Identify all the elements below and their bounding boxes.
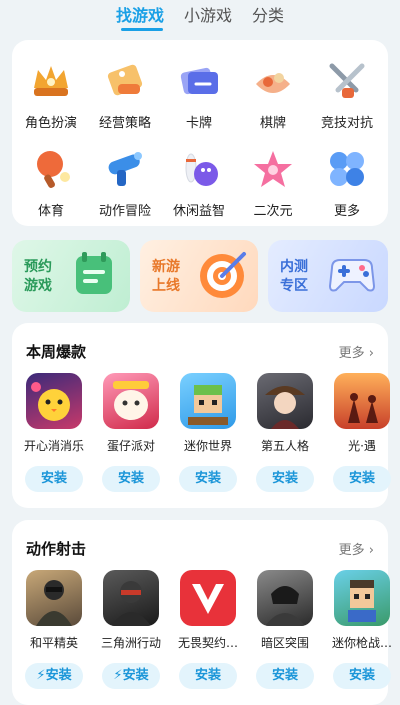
weekly-hits-section: 本周爆款 更多 › 开心消消乐 安装 蛋仔派对 安装 迷你世界 安装 第五人格 … bbox=[12, 323, 391, 508]
gamepad-icon bbox=[328, 259, 376, 292]
game-icon[interactable] bbox=[103, 570, 159, 626]
game-item: 迷你世界 安装 bbox=[173, 373, 243, 492]
game-name: 第五人格 bbox=[260, 439, 309, 453]
game-item: 暗区突围 安装 bbox=[250, 570, 320, 689]
swords-icon bbox=[324, 58, 370, 104]
promo-beta-zone[interactable]: 内测 专区 bbox=[268, 240, 388, 312]
game-icon[interactable] bbox=[26, 570, 82, 626]
category-label: 卡牌 bbox=[185, 116, 212, 131]
chevron-right-icon: › bbox=[368, 543, 374, 558]
game-item: 迷你枪战… 安装 bbox=[327, 570, 397, 689]
tab-find-games[interactable]: 找游戏 bbox=[116, 2, 164, 26]
game-icon[interactable] bbox=[26, 373, 82, 429]
install-button[interactable]: 安装 bbox=[333, 663, 391, 689]
category-anime[interactable]: 二次元 bbox=[237, 146, 309, 219]
category-label: 更多 bbox=[333, 204, 360, 219]
category-chess[interactable]: 棋牌 bbox=[237, 58, 309, 131]
bowling-icon bbox=[176, 146, 222, 192]
role-play-icon bbox=[28, 58, 74, 104]
fast-install-button[interactable]: ⚡安装 bbox=[102, 663, 160, 689]
category-more[interactable]: 更多 bbox=[311, 146, 383, 219]
game-name: 蛋仔派对 bbox=[106, 439, 155, 453]
game-icon[interactable] bbox=[334, 570, 390, 626]
install-button[interactable]: 安装 bbox=[256, 663, 314, 689]
install-button[interactable]: 安装 bbox=[102, 466, 160, 492]
game-name: 迷你世界 bbox=[183, 439, 232, 453]
install-button[interactable]: 安装 bbox=[25, 466, 83, 492]
star-icon bbox=[250, 146, 296, 192]
chess-board-icon bbox=[250, 58, 296, 104]
section-title: 本周爆款 bbox=[26, 343, 87, 361]
category-label: 竞技对抗 bbox=[320, 116, 373, 131]
promo-new-games[interactable]: 新游 上线 bbox=[140, 240, 258, 312]
category-label: 体育 bbox=[37, 204, 64, 219]
game-name: 迷你枪战… bbox=[331, 636, 392, 650]
category-label: 棋牌 bbox=[259, 116, 286, 131]
game-item: 和平精英 ⚡安装 bbox=[19, 570, 89, 689]
category-casual[interactable]: 休闲益智 bbox=[163, 146, 235, 219]
game-item: 开心消消乐 安装 bbox=[19, 373, 89, 492]
promo-text: 预约 游戏 bbox=[24, 259, 52, 294]
game-icon[interactable] bbox=[334, 373, 390, 429]
game-name: 三角洲行动 bbox=[100, 636, 161, 650]
category-sports[interactable]: 体育 bbox=[15, 146, 87, 219]
blaster-icon bbox=[102, 146, 148, 192]
game-icon[interactable] bbox=[103, 373, 159, 429]
section-title: 动作射击 bbox=[26, 540, 87, 558]
category-label: 动作冒险 bbox=[98, 204, 151, 219]
game-icon[interactable] bbox=[180, 373, 236, 429]
game-name: 开心消消乐 bbox=[23, 439, 84, 453]
active-tab-indicator bbox=[121, 28, 163, 31]
lightning-icon: ⚡ bbox=[36, 668, 46, 683]
category-strategy[interactable]: 经营策略 bbox=[89, 58, 161, 131]
category-role-play[interactable]: 角色扮演 bbox=[15, 58, 87, 131]
game-icon[interactable] bbox=[257, 570, 313, 626]
top-tab-bar: 找游戏 小游戏 分类 bbox=[0, 0, 400, 36]
lightning-icon: ⚡ bbox=[113, 668, 123, 683]
ping-pong-icon bbox=[28, 146, 74, 192]
card-icon bbox=[176, 58, 222, 104]
category-label: 角色扮演 bbox=[24, 116, 77, 131]
install-button[interactable]: 安装 bbox=[256, 466, 314, 492]
tab-mini-games[interactable]: 小游戏 bbox=[184, 2, 232, 26]
category-competitive[interactable]: 竞技对抗 bbox=[311, 58, 383, 131]
category-action-adventure[interactable]: 动作冒险 bbox=[89, 146, 161, 219]
game-item: 第五人格 安装 bbox=[250, 373, 320, 492]
tab-category[interactable]: 分类 bbox=[252, 2, 284, 26]
promo-reserve-games[interactable]: 预约 游戏 bbox=[12, 240, 130, 312]
fast-install-button[interactable]: ⚡安装 bbox=[25, 663, 83, 689]
promo-text: 新游 上线 bbox=[152, 259, 180, 294]
category-card[interactable]: 卡牌 bbox=[163, 58, 235, 131]
category-grid: 角色扮演 经营策略 卡牌 棋牌 竞技对抗 体育 动作冒险 休闲益智 二次元 更多 bbox=[12, 40, 388, 226]
game-icon[interactable] bbox=[180, 570, 236, 626]
chevron-right-icon: › bbox=[368, 346, 374, 361]
install-button[interactable]: 安装 bbox=[179, 466, 237, 492]
category-label: 休闲益智 bbox=[172, 204, 225, 219]
game-item: 三角洲行动 ⚡安装 bbox=[96, 570, 166, 689]
shooter-more-link[interactable]: 更多 › bbox=[339, 539, 374, 558]
category-label: 二次元 bbox=[253, 204, 293, 219]
game-item: 无畏契约… 安装 bbox=[173, 570, 243, 689]
category-label: 经营策略 bbox=[98, 116, 151, 131]
game-name: 和平精英 bbox=[29, 636, 78, 650]
game-name: 光·遇 bbox=[348, 439, 376, 453]
calendar-icon bbox=[76, 252, 112, 294]
game-item: 光·遇 安装 bbox=[327, 373, 397, 492]
game-icon[interactable] bbox=[257, 373, 313, 429]
weekly-more-link[interactable]: 更多 › bbox=[339, 342, 374, 361]
strategy-scroll-icon bbox=[102, 58, 148, 104]
promo-text: 内测 专区 bbox=[280, 259, 308, 294]
install-button[interactable]: 安装 bbox=[333, 466, 391, 492]
target-icon bbox=[200, 252, 246, 298]
more-bubbles-icon bbox=[324, 146, 370, 192]
game-name: 无畏契约… bbox=[177, 636, 238, 650]
install-button[interactable]: 安装 bbox=[179, 663, 237, 689]
action-shooter-section: 动作射击 更多 › 和平精英 ⚡安装 三角洲行动 ⚡安装 无畏契约… 安装 暗区… bbox=[12, 520, 392, 705]
game-item: 蛋仔派对 安装 bbox=[96, 373, 166, 492]
game-name: 暗区突围 bbox=[260, 636, 309, 650]
